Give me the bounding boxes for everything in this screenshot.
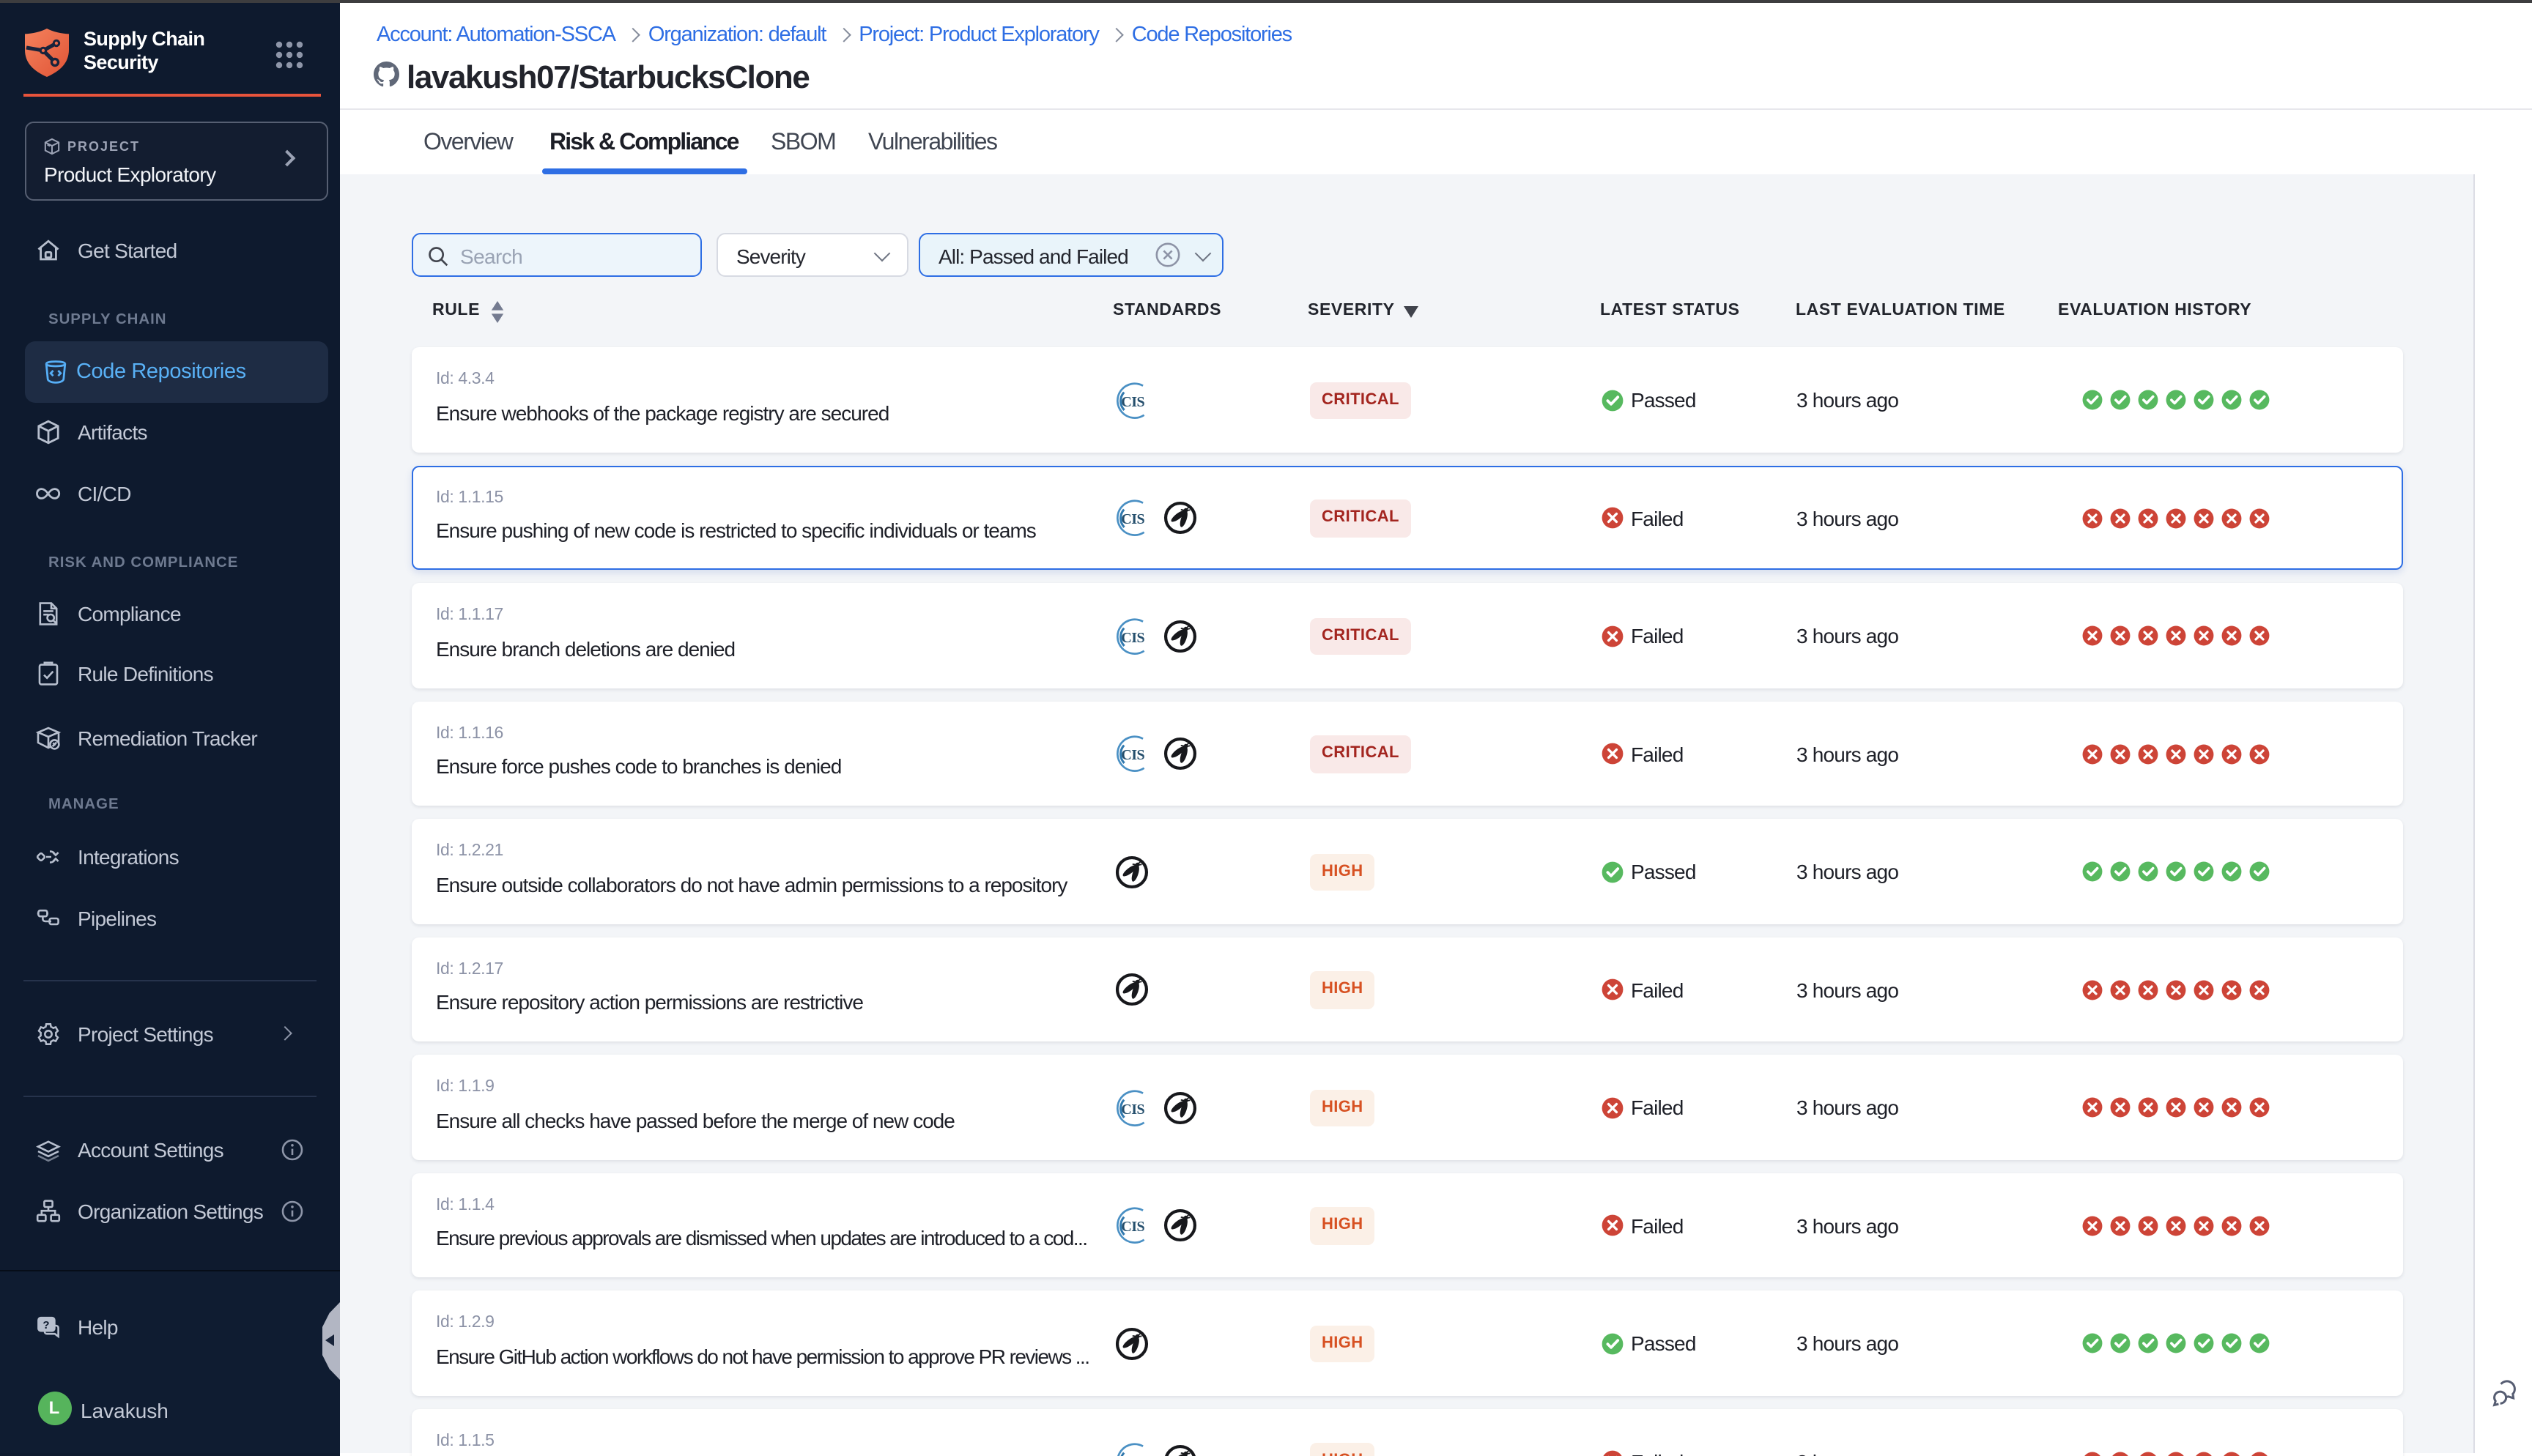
svg-text:CIS: CIS — [1121, 393, 1144, 409]
svg-text:CIS: CIS — [1121, 1219, 1144, 1235]
svg-text:?: ? — [42, 1318, 49, 1331]
svg-text:CIS: CIS — [1121, 511, 1144, 527]
svg-text:CIS: CIS — [1121, 1101, 1144, 1117]
svg-text:CIS: CIS — [1121, 629, 1144, 645]
svg-text:CIS: CIS — [1121, 747, 1144, 763]
